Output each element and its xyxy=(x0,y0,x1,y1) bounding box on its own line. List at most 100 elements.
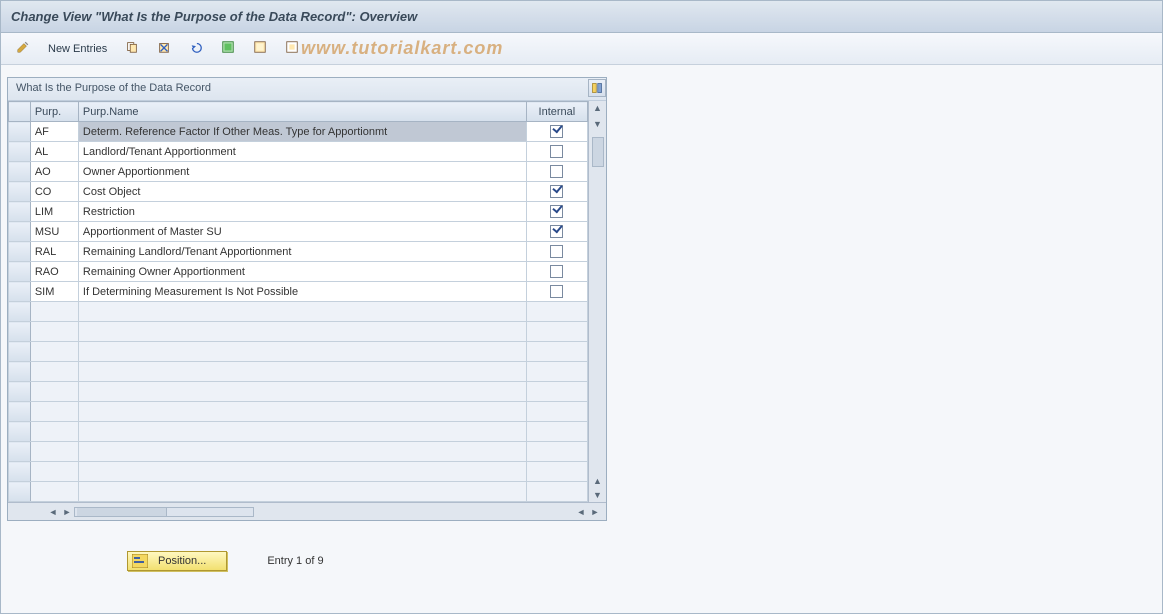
row-selector[interactable] xyxy=(9,182,31,202)
cell-purp-name[interactable]: Remaining Owner Apportionment xyxy=(78,262,526,282)
empty-cell[interactable] xyxy=(526,462,587,482)
table-row[interactable]: ALLandlord/Tenant Apportionment xyxy=(9,142,588,162)
row-selector[interactable] xyxy=(9,442,31,462)
scroll-left-end-icon[interactable]: ◄ xyxy=(574,507,588,517)
empty-cell[interactable] xyxy=(526,422,587,442)
cell-internal[interactable] xyxy=(526,202,587,222)
internal-checkbox[interactable] xyxy=(550,125,563,138)
cell-internal[interactable] xyxy=(526,182,587,202)
cell-purp[interactable]: LIM xyxy=(30,202,78,222)
empty-cell[interactable] xyxy=(78,402,526,422)
scroll-thumb[interactable] xyxy=(592,137,604,167)
internal-checkbox[interactable] xyxy=(550,145,563,158)
empty-cell[interactable] xyxy=(30,302,78,322)
internal-checkbox[interactable] xyxy=(550,165,563,178)
delete-button[interactable] xyxy=(150,37,178,60)
empty-cell[interactable] xyxy=(526,342,587,362)
scroll-up-arrow-icon[interactable]: ▲ xyxy=(593,101,602,115)
row-selector[interactable] xyxy=(9,142,31,162)
cell-internal[interactable] xyxy=(526,282,587,302)
row-selector[interactable] xyxy=(9,162,31,182)
row-selector[interactable] xyxy=(9,362,31,382)
empty-cell[interactable] xyxy=(30,422,78,442)
empty-cell[interactable] xyxy=(78,442,526,462)
internal-checkbox[interactable] xyxy=(550,205,563,218)
table-row[interactable]: LIMRestriction xyxy=(9,202,588,222)
table-row[interactable] xyxy=(9,342,588,362)
cell-internal[interactable] xyxy=(526,242,587,262)
table-row[interactable] xyxy=(9,462,588,482)
empty-cell[interactable] xyxy=(78,342,526,362)
cell-purp[interactable]: AO xyxy=(30,162,78,182)
row-selector[interactable] xyxy=(9,282,31,302)
internal-checkbox[interactable] xyxy=(550,225,563,238)
table-row[interactable] xyxy=(9,402,588,422)
empty-cell[interactable] xyxy=(526,482,587,502)
internal-checkbox[interactable] xyxy=(550,185,563,198)
table-settings-button[interactable] xyxy=(588,79,606,97)
print-bcset-button[interactable] xyxy=(278,37,306,60)
vertical-scrollbar[interactable]: ▲ ▼ ▲ ▼ xyxy=(588,101,606,502)
row-selector[interactable] xyxy=(9,322,31,342)
cell-purp-name[interactable]: Apportionment of Master SU xyxy=(78,222,526,242)
empty-cell[interactable] xyxy=(526,442,587,462)
table-row[interactable]: COCost Object xyxy=(9,182,588,202)
table-row[interactable] xyxy=(9,442,588,462)
column-header-internal[interactable]: Internal xyxy=(526,102,587,122)
empty-cell[interactable] xyxy=(78,482,526,502)
cell-internal[interactable] xyxy=(526,162,587,182)
horizontal-scrollbar[interactable]: ◄ ► ◄ ► xyxy=(8,502,606,520)
cell-purp-name[interactable]: Remaining Landlord/Tenant Apportionment xyxy=(78,242,526,262)
scroll-right-icon[interactable]: ► xyxy=(60,507,74,517)
deselect-all-button[interactable] xyxy=(246,37,274,60)
cell-purp-name[interactable]: Restriction xyxy=(78,202,526,222)
row-selector[interactable] xyxy=(9,202,31,222)
cell-purp[interactable]: AF xyxy=(30,122,78,142)
empty-cell[interactable] xyxy=(30,342,78,362)
scroll-right-end-icon[interactable]: ► xyxy=(588,507,602,517)
scroll-down-bottom-icon[interactable]: ▼ xyxy=(593,488,602,502)
row-selector[interactable] xyxy=(9,422,31,442)
empty-cell[interactable] xyxy=(30,402,78,422)
column-header-purp-name[interactable]: Purp.Name xyxy=(78,102,526,122)
select-all-button[interactable] xyxy=(214,37,242,60)
row-selector[interactable] xyxy=(9,402,31,422)
row-selector[interactable] xyxy=(9,262,31,282)
cell-purp-name[interactable]: If Determining Measurement Is Not Possib… xyxy=(78,282,526,302)
scroll-up-bottom-icon[interactable]: ▲ xyxy=(593,474,602,488)
cell-purp[interactable]: CO xyxy=(30,182,78,202)
row-selector[interactable] xyxy=(9,482,31,502)
table-row[interactable]: SIMIf Determining Measurement Is Not Pos… xyxy=(9,282,588,302)
cell-internal[interactable] xyxy=(526,122,587,142)
row-selector[interactable] xyxy=(9,342,31,362)
table-row[interactable] xyxy=(9,322,588,342)
undo-button[interactable] xyxy=(182,37,210,60)
empty-cell[interactable] xyxy=(526,322,587,342)
cell-purp[interactable]: SIM xyxy=(30,282,78,302)
toggle-display-change-button[interactable] xyxy=(9,37,37,60)
table-row[interactable]: AFDeterm. Reference Factor If Other Meas… xyxy=(9,122,588,142)
internal-checkbox[interactable] xyxy=(550,245,563,258)
cell-purp[interactable]: RAO xyxy=(30,262,78,282)
empty-cell[interactable] xyxy=(78,462,526,482)
empty-cell[interactable] xyxy=(78,362,526,382)
cell-purp[interactable]: MSU xyxy=(30,222,78,242)
hscroll-thumb[interactable] xyxy=(77,508,167,516)
empty-cell[interactable] xyxy=(78,422,526,442)
row-selector-header[interactable] xyxy=(9,102,31,122)
cell-internal[interactable] xyxy=(526,222,587,242)
empty-cell[interactable] xyxy=(526,302,587,322)
empty-cell[interactable] xyxy=(30,442,78,462)
internal-checkbox[interactable] xyxy=(550,285,563,298)
table-row[interactable]: RAORemaining Owner Apportionment xyxy=(9,262,588,282)
table-row[interactable] xyxy=(9,482,588,502)
data-table[interactable]: Purp. Purp.Name Internal AFDeterm. Refer… xyxy=(8,101,588,502)
cell-purp-name[interactable]: Landlord/Tenant Apportionment xyxy=(78,142,526,162)
empty-cell[interactable] xyxy=(526,402,587,422)
new-entries-button[interactable]: New Entries xyxy=(41,40,114,58)
table-row[interactable] xyxy=(9,422,588,442)
empty-cell[interactable] xyxy=(30,322,78,342)
row-selector[interactable] xyxy=(9,242,31,262)
copy-button[interactable] xyxy=(118,37,146,60)
empty-cell[interactable] xyxy=(30,382,78,402)
